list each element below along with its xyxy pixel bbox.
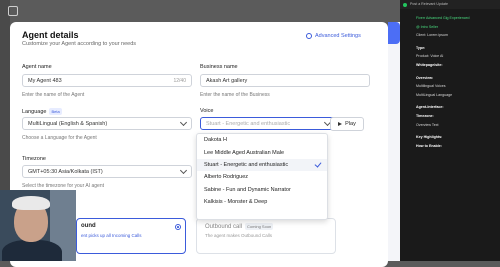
- notes-sidebar: Post a Relevant Update Fiverr Advanced G…: [400, 0, 500, 261]
- outbound-title: Outbound call: [205, 224, 243, 230]
- sidebar-item: Type:: [416, 45, 426, 50]
- sidebar-header: Post a Relevant Update: [400, 0, 500, 9]
- voice-option[interactable]: Dakota H: [197, 134, 327, 146]
- sidebar-item: Multilingual Voices: [416, 84, 446, 89]
- inbound-radio[interactable]: [175, 224, 181, 230]
- sidebar-item: Client: Lorem ipsum: [416, 33, 448, 38]
- timezone-label: Timezone: [22, 156, 46, 162]
- voice-option-label: Sabine - Fun and Dynamic Narrator: [204, 186, 291, 193]
- business-name-value: Akash Art gallery: [206, 77, 248, 84]
- agent-name-counter: 12/40: [173, 77, 186, 84]
- voice-option[interactable]: Stuart - Energetic and enthusiastic: [197, 158, 327, 172]
- chevron-down-icon: [179, 166, 188, 175]
- window-icon[interactable]: [8, 6, 18, 16]
- business-name-label: Business name: [200, 64, 238, 70]
- voice-option-label: Stuart - Energetic and enthusiastic: [204, 161, 289, 168]
- modal-title: Agent details: [22, 30, 79, 40]
- outbound-desc: The agent makes Outbound Calls: [205, 233, 273, 238]
- language-hint: Choose a Language for the Agent: [22, 135, 97, 141]
- sidebar-item: Overview:: [416, 75, 434, 80]
- coming-soon-badge: Coming Soon: [245, 223, 274, 230]
- sidebar-item: Fiverr Advanced Gig Experienced: [416, 16, 470, 20]
- sidebar-item: Key Highlights:: [416, 135, 443, 140]
- language-select[interactable]: MultiLingual (English & Spanish): [22, 117, 192, 130]
- play-label: Play: [345, 121, 356, 127]
- outbound-call-card[interactable]: Outbound call Coming Soon The agent makes…: [196, 218, 336, 254]
- timezone-hint: Select the timezone for your AI agent: [22, 183, 104, 189]
- play-button[interactable]: Play: [330, 117, 364, 131]
- test-agent-button[interactable]: [388, 22, 400, 44]
- voice-option[interactable]: Alberto Rodriguez: [197, 171, 327, 183]
- sidebar-item: MultiLingual Language: [416, 92, 453, 97]
- voice-label: Voice: [200, 108, 214, 114]
- gear-icon: [306, 33, 312, 39]
- voice-dropdown-menu: Dakota H Lee Middle Aged Australian Male S…: [196, 133, 328, 220]
- agent-name-input[interactable]: My Agent 483 12/40: [22, 74, 192, 87]
- sidebar-item: Whitepage/site:: [416, 62, 443, 67]
- voice-option-label: Dakota H: [204, 137, 227, 144]
- right-panel: [388, 22, 400, 261]
- inbound-call-card[interactable]: ound ent picks up all Incoming Calls: [76, 218, 186, 254]
- modal-subtitle: Customize your Agent according to your n…: [22, 41, 137, 47]
- agent-name-hint: Enter the name of the Agent: [22, 92, 85, 98]
- timezone-select[interactable]: GMT+05:30 Asia/Kolkata (IST): [22, 165, 192, 178]
- agent-name-value: My Agent 483: [28, 77, 62, 84]
- language-label: Language Beta: [22, 108, 62, 115]
- agent-name-label: Agent name: [22, 64, 52, 70]
- sidebar-item: Timezone:: [416, 113, 434, 118]
- sidebar-item: Overview Text: [416, 122, 439, 127]
- play-icon: [338, 122, 343, 126]
- sidebar-header-title: Post a Relevant Update: [410, 2, 448, 7]
- voice-placeholder: Stuart - Energetic and enthusiastic: [206, 120, 291, 127]
- language-value: MultiLingual (English & Spanish): [28, 120, 108, 127]
- sidebar-item: Agent-Interface:: [416, 105, 444, 110]
- inbound-title: ound: [81, 223, 96, 229]
- sidebar-list: Fiverr Advanced Gig Experienced @ Intro S…: [400, 15, 500, 149]
- voice-option[interactable]: Lee Middle Aged Australian Male: [197, 146, 327, 158]
- language-label-text: Language: [22, 109, 47, 115]
- voice-option[interactable]: Kalkisis - Monster & Deep: [197, 196, 327, 208]
- voice-select[interactable]: Stuart - Energetic and enthusiastic: [200, 117, 336, 130]
- webcam-overlay: [0, 190, 76, 261]
- person-hair: [12, 196, 50, 210]
- advanced-settings-label: Advanced Settings: [315, 33, 361, 39]
- sidebar-item: How to Enable:: [416, 143, 442, 148]
- person-shirt: [2, 240, 62, 261]
- check-icon: [314, 160, 322, 168]
- voice-option-label: Kalkisis - Monster & Deep: [204, 199, 268, 206]
- inbound-desc: ent picks up all Incoming Calls: [81, 233, 142, 238]
- outbound-title-row: Outbound call Coming Soon: [205, 223, 274, 230]
- beta-badge: Beta: [49, 108, 62, 115]
- timezone-value: GMT+05:30 Asia/Kolkata (IST): [28, 168, 103, 175]
- sidebar-item: @ Intro Seller: [416, 24, 439, 29]
- voice-option[interactable]: Sabine - Fun and Dynamic Narrator: [197, 184, 327, 196]
- advanced-settings-link[interactable]: Advanced Settings: [306, 33, 361, 39]
- chevron-down-icon: [179, 118, 188, 127]
- voice-option-label: Lee Middle Aged Australian Male: [204, 149, 285, 156]
- business-name-input[interactable]: Akash Art gallery: [200, 74, 370, 87]
- status-dot-icon: [403, 2, 407, 7]
- voice-option-label: Alberto Rodriguez: [204, 174, 249, 181]
- sidebar-item: Product: Voice AI: [416, 54, 444, 59]
- business-name-hint: Enter the name of the Business: [200, 92, 270, 98]
